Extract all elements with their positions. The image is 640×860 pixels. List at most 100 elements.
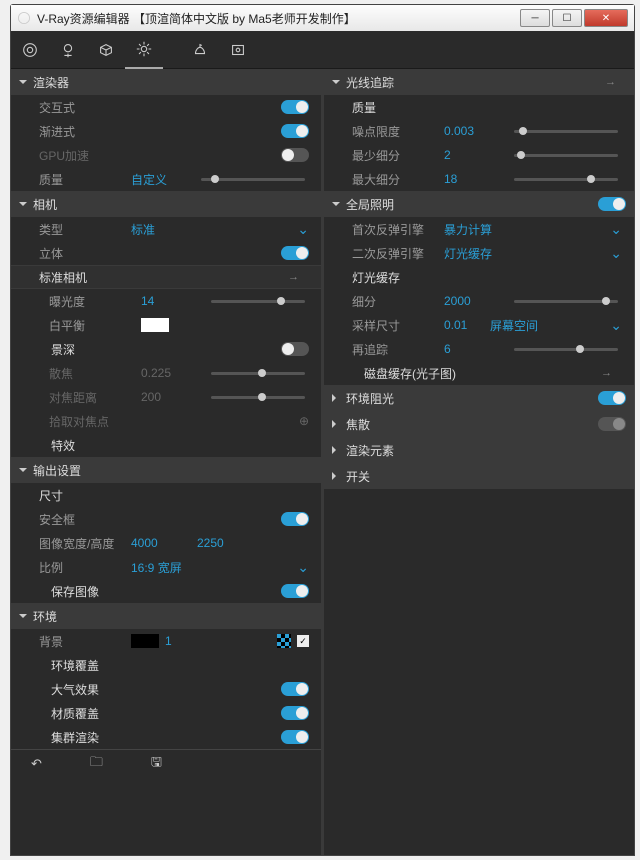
bg-value[interactable]: 1 [165, 634, 189, 648]
toggle-gpu [281, 148, 309, 162]
toggle-stereo[interactable] [281, 246, 309, 260]
folder-icon[interactable]: 🗀 [90, 753, 103, 775]
section-gi[interactable]: 全局照明 [324, 191, 634, 217]
bg-texture-slot[interactable] [277, 634, 291, 648]
label-subdiv: 细分 [352, 293, 438, 310]
slider-subdiv[interactable] [514, 300, 618, 303]
toggle-safe[interactable] [281, 512, 309, 526]
max-sub-value[interactable]: 18 [444, 172, 504, 186]
sample-value[interactable]: 0.01 [444, 318, 484, 332]
label-cam-type: 类型 [39, 221, 125, 238]
sample-mode[interactable]: 屏幕空间 [490, 317, 538, 334]
chevron-down-icon[interactable]: ⌄ [610, 317, 622, 334]
label-stereo: 立体 [39, 245, 125, 262]
tab-render-icon[interactable] [181, 31, 219, 69]
label-max-sub: 最大细分 [352, 171, 438, 188]
secondary-value[interactable]: 灯光缓存 [444, 245, 492, 262]
toggle-cluster[interactable] [281, 730, 309, 744]
tab-framebuffer-icon[interactable] [219, 31, 257, 69]
slider-min-sub[interactable] [514, 154, 618, 157]
section-camera[interactable]: 相机 [11, 191, 321, 217]
maximize-button[interactable]: ☐ [552, 9, 582, 27]
sub-std-camera[interactable]: 标准相机→ [11, 265, 321, 289]
footer-bar: ↶ 🗀 🖫 [11, 749, 321, 777]
sub-env-override[interactable]: 环境覆盖 [11, 653, 321, 677]
tab-materials-icon[interactable] [11, 31, 49, 69]
sub-save-image[interactable]: 保存图像 [11, 579, 321, 603]
section-render-elem[interactable]: 渲染元素 [324, 437, 634, 463]
height-value[interactable]: 2250 [197, 536, 257, 550]
sub-diskcache[interactable]: 磁盘缓存(光子图)→ [324, 361, 634, 385]
sub-fx[interactable]: 特效 [11, 433, 321, 457]
undo-icon[interactable]: ↶ [31, 756, 42, 772]
toggle-interactive[interactable] [281, 100, 309, 114]
subdiv-value[interactable]: 2000 [444, 294, 504, 308]
sub-atmo[interactable]: 大气效果 [11, 677, 321, 701]
top-tabs [11, 31, 634, 69]
ratio-value[interactable]: 16:9 宽屏 [131, 559, 182, 576]
tab-geometry-icon[interactable] [87, 31, 125, 69]
label-safe: 安全框 [39, 511, 125, 528]
slider-retrace[interactable] [514, 348, 618, 351]
slider-defocus [211, 372, 305, 375]
minimize-button[interactable]: ─ [520, 9, 550, 27]
titlebar[interactable]: V-Ray资源编辑器 【顶渲简体中文版 by Ma5老师开发制作】 ─ ☐ ✕ [11, 5, 634, 31]
chevron-down-icon[interactable]: ⌄ [610, 245, 622, 262]
toggle-ao[interactable] [598, 391, 626, 405]
app-window: V-Ray资源编辑器 【顶渲简体中文版 by Ma5老师开发制作】 ─ ☐ ✕ … [10, 4, 635, 856]
section-output[interactable]: 输出设置 [11, 457, 321, 483]
bg-checkbox[interactable]: ✓ [297, 635, 309, 647]
cam-type-value[interactable]: 标准 [131, 221, 191, 238]
toggle-atmo[interactable] [281, 682, 309, 696]
slider-noise[interactable] [514, 130, 618, 133]
label-rt-quality: 质量 [352, 99, 438, 116]
toggle-mat-override[interactable] [281, 706, 309, 720]
section-ao[interactable]: 环境阻光 [324, 385, 634, 411]
label-bg: 背景 [39, 633, 125, 650]
primary-value[interactable]: 暴力计算 [444, 221, 492, 238]
slider-exposure[interactable] [211, 300, 305, 303]
sub-dof[interactable]: 景深 [11, 337, 321, 361]
slider-max-sub[interactable] [514, 178, 618, 181]
chevron-down-icon[interactable]: ⌄ [610, 221, 622, 238]
toggle-save[interactable] [281, 584, 309, 598]
close-button[interactable]: ✕ [584, 9, 628, 27]
label-pick-focus: 拾取对焦点 [49, 413, 135, 430]
slider-quality[interactable] [201, 178, 305, 181]
tab-lights-icon[interactable] [49, 31, 87, 69]
label-ratio: 比例 [39, 559, 125, 576]
window-title: V-Ray资源编辑器 【顶渲简体中文版 by Ma5老师开发制作】 [37, 10, 356, 27]
quality-value[interactable]: 自定义 [131, 171, 191, 188]
section-raytrace[interactable]: 光线追踪→ [324, 69, 634, 95]
tab-settings-icon[interactable] [125, 31, 163, 69]
label-quality: 质量 [39, 171, 125, 188]
sub-cluster[interactable]: 集群渲染 [11, 725, 321, 749]
label-defocus: 散焦 [49, 365, 135, 382]
right-column: 光线追踪→ 质量 噪点限度0.003 最少细分2 最大细分18 全局照明 首次反… [324, 69, 634, 855]
noise-value[interactable]: 0.003 [444, 124, 504, 138]
min-sub-value[interactable]: 2 [444, 148, 504, 162]
toggle-gi[interactable] [598, 197, 626, 211]
section-caustics[interactable]: 焦散 [324, 411, 634, 437]
arrow-right-icon: → [605, 76, 626, 88]
bg-swatch[interactable] [131, 634, 159, 648]
section-env[interactable]: 环境 [11, 603, 321, 629]
label-lightcache: 灯光缓存 [352, 269, 438, 286]
app-icon [17, 11, 31, 25]
section-switches[interactable]: 开关 [324, 463, 634, 489]
chevron-down-icon[interactable]: ⌄ [297, 221, 309, 238]
chevron-down-icon[interactable]: ⌄ [297, 559, 309, 576]
slider-focus-dist [211, 396, 305, 399]
wb-swatch[interactable] [141, 318, 169, 332]
toggle-caustics[interactable] [598, 417, 626, 431]
exposure-value[interactable]: 14 [141, 294, 201, 308]
save-icon[interactable]: 🖫 [151, 753, 162, 775]
section-renderer[interactable]: 渲染器 [11, 69, 321, 95]
label-exposure: 曝光度 [49, 293, 135, 310]
retrace-value[interactable]: 6 [444, 342, 504, 356]
label-noise: 噪点限度 [352, 123, 438, 140]
toggle-dof[interactable] [281, 342, 309, 356]
sub-mat-override[interactable]: 材质覆盖 [11, 701, 321, 725]
width-value[interactable]: 4000 [131, 536, 191, 550]
toggle-progressive[interactable] [281, 124, 309, 138]
